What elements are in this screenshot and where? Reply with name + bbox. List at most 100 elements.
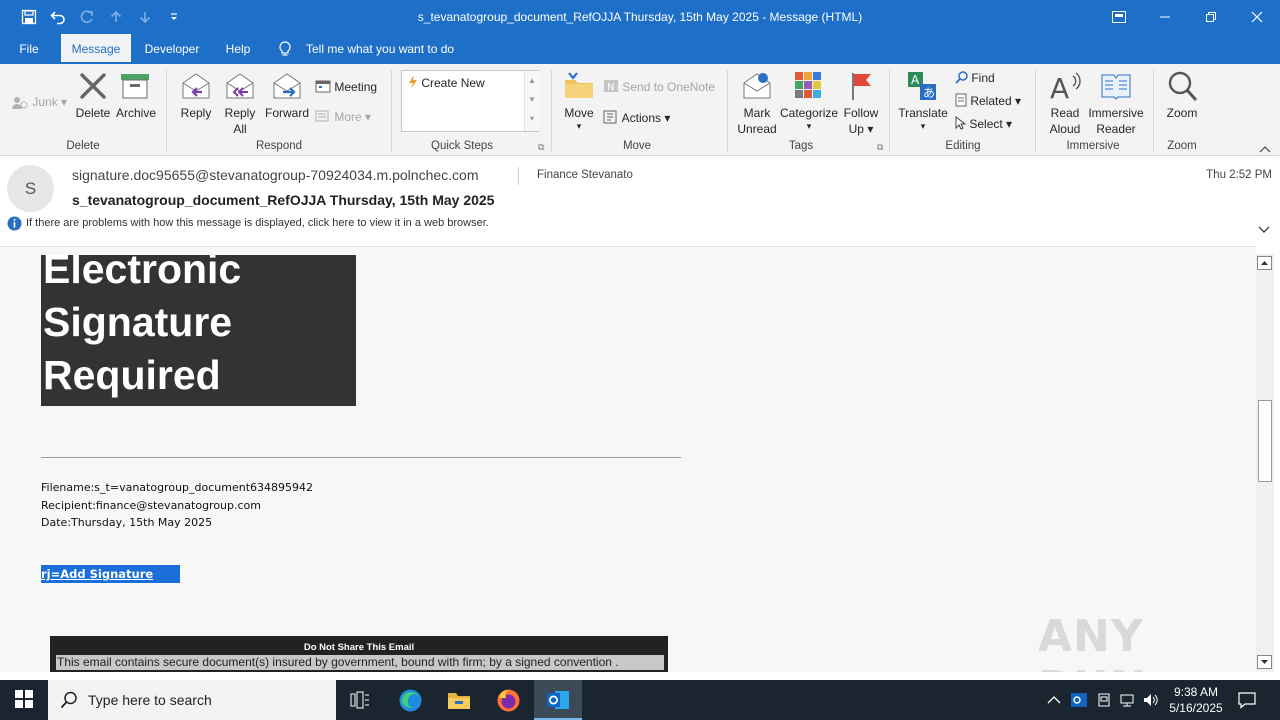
close-icon[interactable] — [1234, 0, 1280, 34]
display-problem-infobar[interactable]: If there are problems with how this mess… — [26, 217, 489, 229]
volume-icon[interactable] — [1143, 692, 1159, 711]
outlook-taskbar-button[interactable] — [534, 680, 582, 720]
cursor-icon — [955, 115, 969, 131]
recipient-name[interactable]: Finance Stevanato — [537, 169, 633, 181]
forward-button[interactable]: Forward — [262, 105, 312, 121]
clock[interactable]: 9:38 AM 5/16/2025 — [1166, 684, 1226, 716]
reply-button[interactable]: Reply — [175, 105, 217, 121]
mark-unread-button[interactable]: Mark Unread — [733, 105, 781, 137]
sender-address[interactable]: signature.doc95655@stevanatogroup-709240… — [72, 167, 479, 183]
meeting-icon — [315, 80, 334, 94]
divider — [1035, 70, 1036, 152]
network-icon[interactable] — [1119, 692, 1135, 711]
divider — [551, 70, 552, 152]
scroll-down-button[interactable] — [1257, 655, 1272, 669]
actions-button[interactable]: Actions ▾ — [603, 110, 670, 126]
group-label-editing: Editing — [945, 140, 981, 152]
reply-icon — [180, 70, 212, 105]
dialog-launcher-icon[interactable]: ⧉ — [538, 142, 544, 153]
read-aloud-icon: A — [1049, 70, 1081, 105]
follow-up-button[interactable]: Follow Up ▾ — [840, 105, 882, 137]
find-button[interactable]: Find — [955, 70, 995, 86]
delete-icon — [77, 70, 109, 105]
lightning-icon — [408, 75, 421, 90]
junk-button[interactable]: Junk ▾ — [11, 94, 67, 110]
vertical-scrollbar[interactable] — [1256, 254, 1274, 672]
tab-developer[interactable]: Developer — [136, 34, 208, 64]
translate-icon: Aあ — [906, 70, 938, 105]
group-label-tags: Tags — [788, 140, 814, 152]
actions-label: Actions — [621, 111, 662, 125]
maximize-icon[interactable] — [1188, 0, 1234, 34]
outlook-tray-icon[interactable] — [1071, 692, 1087, 711]
taskbar-search-box[interactable]: Type here to search — [48, 680, 336, 720]
horizontal-rule — [41, 457, 681, 458]
tab-file[interactable]: File — [8, 34, 50, 64]
categorize-button[interactable]: Categorize ▾ — [780, 105, 838, 131]
minimize-icon[interactable] — [1142, 0, 1188, 34]
signature-banner: Electronic Signature Required — [41, 255, 356, 406]
tab-help[interactable]: Help — [216, 34, 260, 64]
categorize-label: Categorize — [780, 106, 839, 120]
send-to-onenote-button[interactable]: N Send to OneNote — [603, 79, 715, 95]
file-explorer-icon[interactable] — [447, 689, 471, 714]
clock-time: 9:38 AM — [1173, 685, 1219, 699]
zoom-button[interactable]: Zoom — [1158, 105, 1206, 121]
expand-header-icon[interactable] — [1258, 223, 1270, 237]
svg-text:あ: あ — [923, 86, 935, 100]
actions-icon — [603, 110, 622, 125]
quick-steps-gallery: Create New ▲ ▼ ▾ — [401, 70, 539, 132]
archive-icon — [119, 72, 151, 103]
divider — [391, 70, 392, 152]
scroll-up-button[interactable] — [1257, 256, 1272, 270]
divider — [1153, 70, 1154, 152]
taskbar: Type here to search 9:38 AM 5/16/2025 — [0, 680, 1280, 720]
group-label-quick-steps: Quick Steps — [431, 140, 493, 152]
collapse-ribbon-icon[interactable] — [1259, 142, 1271, 156]
read-aloud-label-2: Aloud — [1049, 122, 1081, 136]
scroll-thumb[interactable] — [1258, 400, 1272, 482]
more-icon — [315, 110, 334, 124]
more-label: More — [334, 110, 362, 124]
move-button[interactable]: Move ▾ — [558, 105, 600, 131]
lightbulb-icon[interactable] — [278, 41, 292, 60]
svg-text:N: N — [607, 82, 614, 93]
clock-date: 5/16/2025 — [1169, 701, 1223, 715]
meeting-button[interactable]: Meeting — [315, 79, 377, 95]
edge-browser-icon[interactable] — [398, 688, 423, 716]
move-folder-icon — [563, 70, 595, 105]
info-icon — [7, 216, 22, 234]
start-button[interactable] — [0, 680, 48, 720]
delete-button[interactable]: Delete — [70, 105, 116, 121]
banner-line-2: Signature — [43, 299, 233, 345]
restore-ribbon-icon[interactable] — [1096, 0, 1142, 34]
outlook-icon — [546, 688, 570, 715]
gallery-scrollbar[interactable]: ▲ ▼ ▾ — [524, 71, 539, 131]
task-view-icon[interactable] — [350, 691, 370, 712]
related-button[interactable]: Related ▾ — [955, 93, 1021, 109]
svg-text:A: A — [1050, 72, 1069, 102]
firefox-icon[interactable] — [496, 688, 521, 716]
zoom-icon — [1166, 70, 1198, 105]
flag-icon — [850, 71, 874, 104]
add-signature-link[interactable]: rj=Add Signature — [41, 565, 180, 583]
reply-all-button[interactable]: Reply All — [219, 105, 261, 137]
tab-message[interactable]: Message — [61, 34, 131, 64]
ribbon: Junk ▾ Delete Archive Delete Reply Reply… — [0, 64, 1280, 156]
tags-dialog-launcher-icon[interactable]: ⧉ — [877, 142, 883, 153]
notifications-icon[interactable] — [1238, 691, 1256, 712]
immersive-reader-label-1: Immersive — [1088, 106, 1144, 120]
show-hidden-icons-chevron-icon[interactable] — [1047, 694, 1061, 708]
device-tray-icon[interactable] — [1096, 692, 1112, 711]
archive-button[interactable]: Archive — [112, 105, 160, 121]
svg-text:A: A — [911, 73, 920, 87]
document-details: Filename:s_t=vanatogroup_document6348959… — [41, 479, 313, 532]
translate-button[interactable]: Translate ▾ — [896, 105, 950, 131]
tell-me-search[interactable]: Tell me what you want to do — [306, 42, 454, 56]
quick-step-create-new[interactable]: Create New — [408, 75, 485, 91]
read-aloud-button[interactable]: Read Aloud — [1042, 105, 1088, 137]
more-respond-button[interactable]: More ▾ — [315, 109, 371, 125]
windows-logo-icon — [15, 689, 33, 711]
immersive-reader-button[interactable]: Immersive Reader — [1084, 105, 1148, 137]
select-button[interactable]: Select ▾ — [955, 115, 1012, 132]
